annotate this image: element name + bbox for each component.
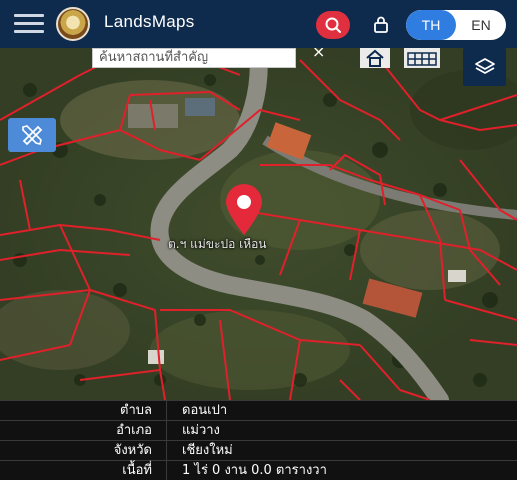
divider: [166, 441, 167, 461]
info-row-area: เนื้อที่ 1 ไร่ 0 งาน 0.0 ตารางวา: [0, 460, 517, 480]
parcel-label: ต.ฯ แม่ขะปอ เหือน: [168, 237, 267, 251]
divider: [166, 461, 167, 480]
info-label: ตำบล: [120, 403, 152, 418]
info-value: 1 ไร่ 0 งาน 0.0 ตารางวา: [182, 463, 327, 478]
land-department-seal-icon: [56, 7, 90, 41]
language-toggle: TH EN: [406, 10, 506, 40]
search-button[interactable]: [316, 11, 350, 39]
app-name: LandsMaps: [104, 12, 195, 31]
language-th-button[interactable]: TH: [406, 10, 456, 40]
home-icon[interactable]: [360, 48, 390, 68]
hamburger-icon[interactable]: [14, 14, 44, 34]
lock-icon[interactable]: [372, 15, 390, 33]
info-value: แม่วาง: [182, 423, 220, 438]
divider: [166, 401, 167, 421]
parcel-info-table: ตำบล ดอนเปา อำเภอ แม่วาง จังหวัด เชียงให…: [0, 400, 517, 480]
info-row-province: จังหวัด เชียงใหม่: [0, 440, 517, 461]
grid-icon[interactable]: [404, 48, 440, 68]
language-en-button[interactable]: EN: [456, 10, 506, 40]
divider: [166, 421, 167, 441]
search-input[interactable]: ค้นหาสถานที่สำคัญ: [92, 48, 296, 68]
measure-tool-button[interactable]: [8, 118, 56, 152]
layers-button[interactable]: [463, 48, 506, 86]
layers-icon: [474, 58, 495, 74]
location-pin-icon[interactable]: [222, 183, 266, 237]
top-bar: LandsMaps TH EN: [0, 0, 517, 48]
info-value: ดอนเปา: [182, 403, 228, 418]
info-label: เนื้อที่: [122, 463, 152, 478]
clear-search-button[interactable]: ×: [312, 48, 325, 61]
search-icon: [325, 17, 341, 33]
info-label: อำเภอ: [116, 423, 152, 438]
info-row-subdistrict: ตำบล ดอนเปา: [0, 400, 517, 421]
info-row-district: อำเภอ แม่วาง: [0, 420, 517, 441]
info-label: จังหวัด: [113, 443, 152, 458]
ruler-pencil-icon: [22, 125, 43, 146]
info-value: เชียงใหม่: [182, 443, 233, 458]
map-view[interactable]: ค้นหาสถานที่สำคัญ × ต.ฯ แม่ขะปอ เหือน: [0, 48, 517, 400]
